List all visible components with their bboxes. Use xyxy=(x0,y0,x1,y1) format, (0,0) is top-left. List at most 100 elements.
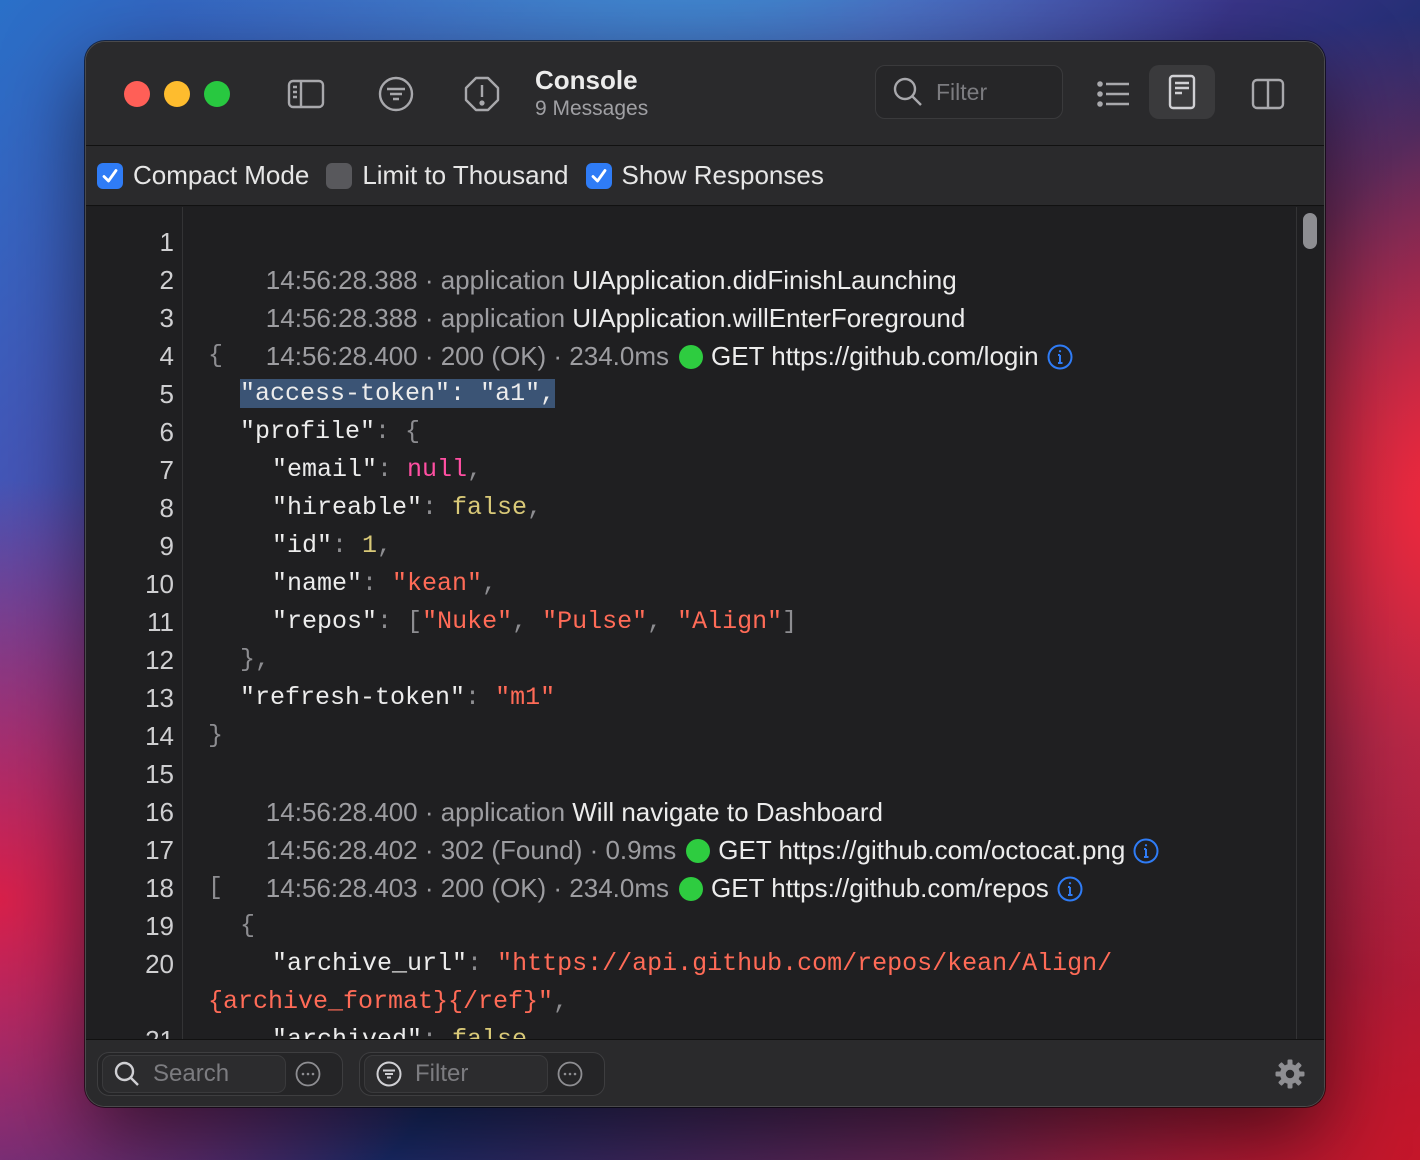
show-responses-checkbox[interactable] xyxy=(585,162,612,189)
json-key: "archive_url" xyxy=(272,949,468,978)
json-value: "a1" xyxy=(480,379,541,408)
line-number: 18 xyxy=(145,873,174,903)
search-options-button[interactable] xyxy=(286,1055,330,1093)
limit-to-thousand-checkbox[interactable] xyxy=(326,162,353,189)
line-number: 8 xyxy=(159,493,174,523)
json-value: 1 xyxy=(362,531,378,560)
line-number: 6 xyxy=(159,417,174,447)
line-number: 7 xyxy=(159,455,174,485)
json-key: "access-token" xyxy=(240,379,451,408)
json-line: "id": 1, xyxy=(272,527,392,565)
json-separator: : xyxy=(422,1025,452,1039)
network-entry[interactable]: 14:56:28.403 · 200 (OK) · 234.0ms GET htt… xyxy=(208,831,1083,903)
line-number: 16 xyxy=(145,797,174,827)
json-key: "refresh-token" xyxy=(240,683,466,712)
info-icon[interactable] xyxy=(1057,876,1083,902)
json-brace: } xyxy=(208,721,224,750)
json-separator: : xyxy=(465,683,496,712)
scrollbar-thumb[interactable] xyxy=(1303,213,1317,249)
title-bar: Console 9 Messages xyxy=(86,42,1324,146)
bottom-bar xyxy=(86,1039,1324,1106)
info-icon[interactable] xyxy=(1047,344,1073,370)
filter-circle-icon[interactable] xyxy=(374,72,418,116)
list-icon[interactable] xyxy=(1091,72,1135,116)
message-count: 9 Messages xyxy=(535,97,649,120)
line-number: 12 xyxy=(145,645,174,675)
split-view-icon[interactable] xyxy=(1246,72,1290,116)
compact-mode-option[interactable]: Compact Mode xyxy=(97,160,309,191)
json-separator: : xyxy=(377,455,408,484)
selected-text[interactable]: "access-token": "a1", xyxy=(240,379,556,408)
log-entry[interactable]: 14:56:28.388 · application UIApplication… xyxy=(208,261,966,333)
json-line: "repos": ["Nuke", "Pulse", "Align"] xyxy=(272,603,797,641)
line-number: 2 xyxy=(159,265,174,295)
compact-mode-label: Compact Mode xyxy=(133,160,310,190)
line-number: 15 xyxy=(145,759,174,789)
search-icon xyxy=(114,1061,139,1086)
window-title: Console xyxy=(535,65,638,95)
json-key: "profile" xyxy=(240,417,376,446)
json-line: { xyxy=(208,337,223,375)
line-number: 4 xyxy=(159,341,174,371)
json-value: "kean" xyxy=(392,569,483,598)
gear-icon[interactable] xyxy=(1274,1058,1306,1090)
vertical-scrollbar[interactable] xyxy=(1296,207,1320,1039)
status-success-dot xyxy=(679,345,704,369)
line-number: 3 xyxy=(159,303,174,333)
json-separator: : xyxy=(332,531,363,560)
json-comma: , xyxy=(647,607,678,636)
minimize-window-button[interactable] xyxy=(164,81,190,107)
ellipsis-circle-icon xyxy=(295,1061,321,1087)
line-number: 5 xyxy=(159,379,174,409)
network-entry[interactable]: 14:56:28.402 · 302 (Found) · 0.9ms GET ht… xyxy=(208,793,1159,865)
search-icon xyxy=(893,77,922,106)
json-value: "Align" xyxy=(677,607,783,636)
bottom-filter-input[interactable] xyxy=(415,1060,535,1088)
zoom-window-button[interactable] xyxy=(204,81,230,107)
json-key: "email" xyxy=(272,455,378,484)
compact-mode-checkbox[interactable] xyxy=(97,162,123,189)
json-value: "Nuke" xyxy=(422,607,513,636)
json-brace: { xyxy=(240,911,256,940)
json-line: "access-token": "a1", xyxy=(240,375,556,413)
line-number: 20 xyxy=(145,949,174,979)
toolbar-filter-field[interactable] xyxy=(875,65,1063,119)
title-block: Console 9 Messages xyxy=(535,64,648,122)
json-line: [ xyxy=(208,869,223,907)
console-log-view[interactable]: 1 2 3 4 5 6 7 8 9 10 11 12 13 14 15 16 1… xyxy=(86,207,1324,1039)
json-comma: , xyxy=(540,379,556,408)
show-responses-option[interactable]: Show Responses xyxy=(585,160,824,191)
line-number-gutter: 1 2 3 4 5 6 7 8 9 10 11 12 13 14 15 16 1… xyxy=(86,207,183,1039)
toolbar-filter-input[interactable] xyxy=(936,78,1056,106)
log-lines: 14:56:28.388 · application UIApplication… xyxy=(208,207,1284,1039)
line-number: 14 xyxy=(145,721,174,751)
limit-to-thousand-option[interactable]: Limit to Thousand xyxy=(326,160,569,191)
json-value: "Pulse" xyxy=(542,607,648,636)
line-number: 21 xyxy=(94,1021,174,1039)
json-separator: : xyxy=(450,379,481,408)
exclamation-circle-icon[interactable] xyxy=(460,72,504,116)
line-number: 1 xyxy=(159,227,174,257)
search-input[interactable] xyxy=(153,1060,273,1088)
network-entry[interactable]: 14:56:28.400 · 200 (OK) · 234.0ms GET htt… xyxy=(208,299,1073,371)
search-field[interactable] xyxy=(102,1055,286,1093)
json-separator: : xyxy=(377,607,408,636)
document-view-button[interactable] xyxy=(1149,65,1215,119)
json-key: "archived" xyxy=(272,1025,422,1039)
network-request: GET https://github.com/repos xyxy=(711,873,1049,903)
sidebar-icon[interactable] xyxy=(284,72,328,116)
json-brace: }, xyxy=(240,645,271,674)
json-line: "email": null, xyxy=(272,451,482,489)
filter-options-button[interactable] xyxy=(548,1055,592,1093)
bottom-filter-field[interactable] xyxy=(364,1055,548,1093)
filter-group xyxy=(359,1052,605,1096)
search-group xyxy=(97,1052,343,1096)
log-entry[interactable]: 14:56:28.388 · application UIApplication… xyxy=(208,223,957,295)
json-value: "https://api.github.com/repos/kean/Align… xyxy=(497,949,1113,978)
info-icon[interactable] xyxy=(1133,838,1159,864)
close-window-button[interactable] xyxy=(124,81,150,107)
status-success-dot xyxy=(679,877,704,901)
json-key: "id" xyxy=(272,531,333,560)
log-entry[interactable]: 14:56:28.400 · application Will navigate… xyxy=(208,755,883,827)
json-value: false xyxy=(452,1025,527,1039)
